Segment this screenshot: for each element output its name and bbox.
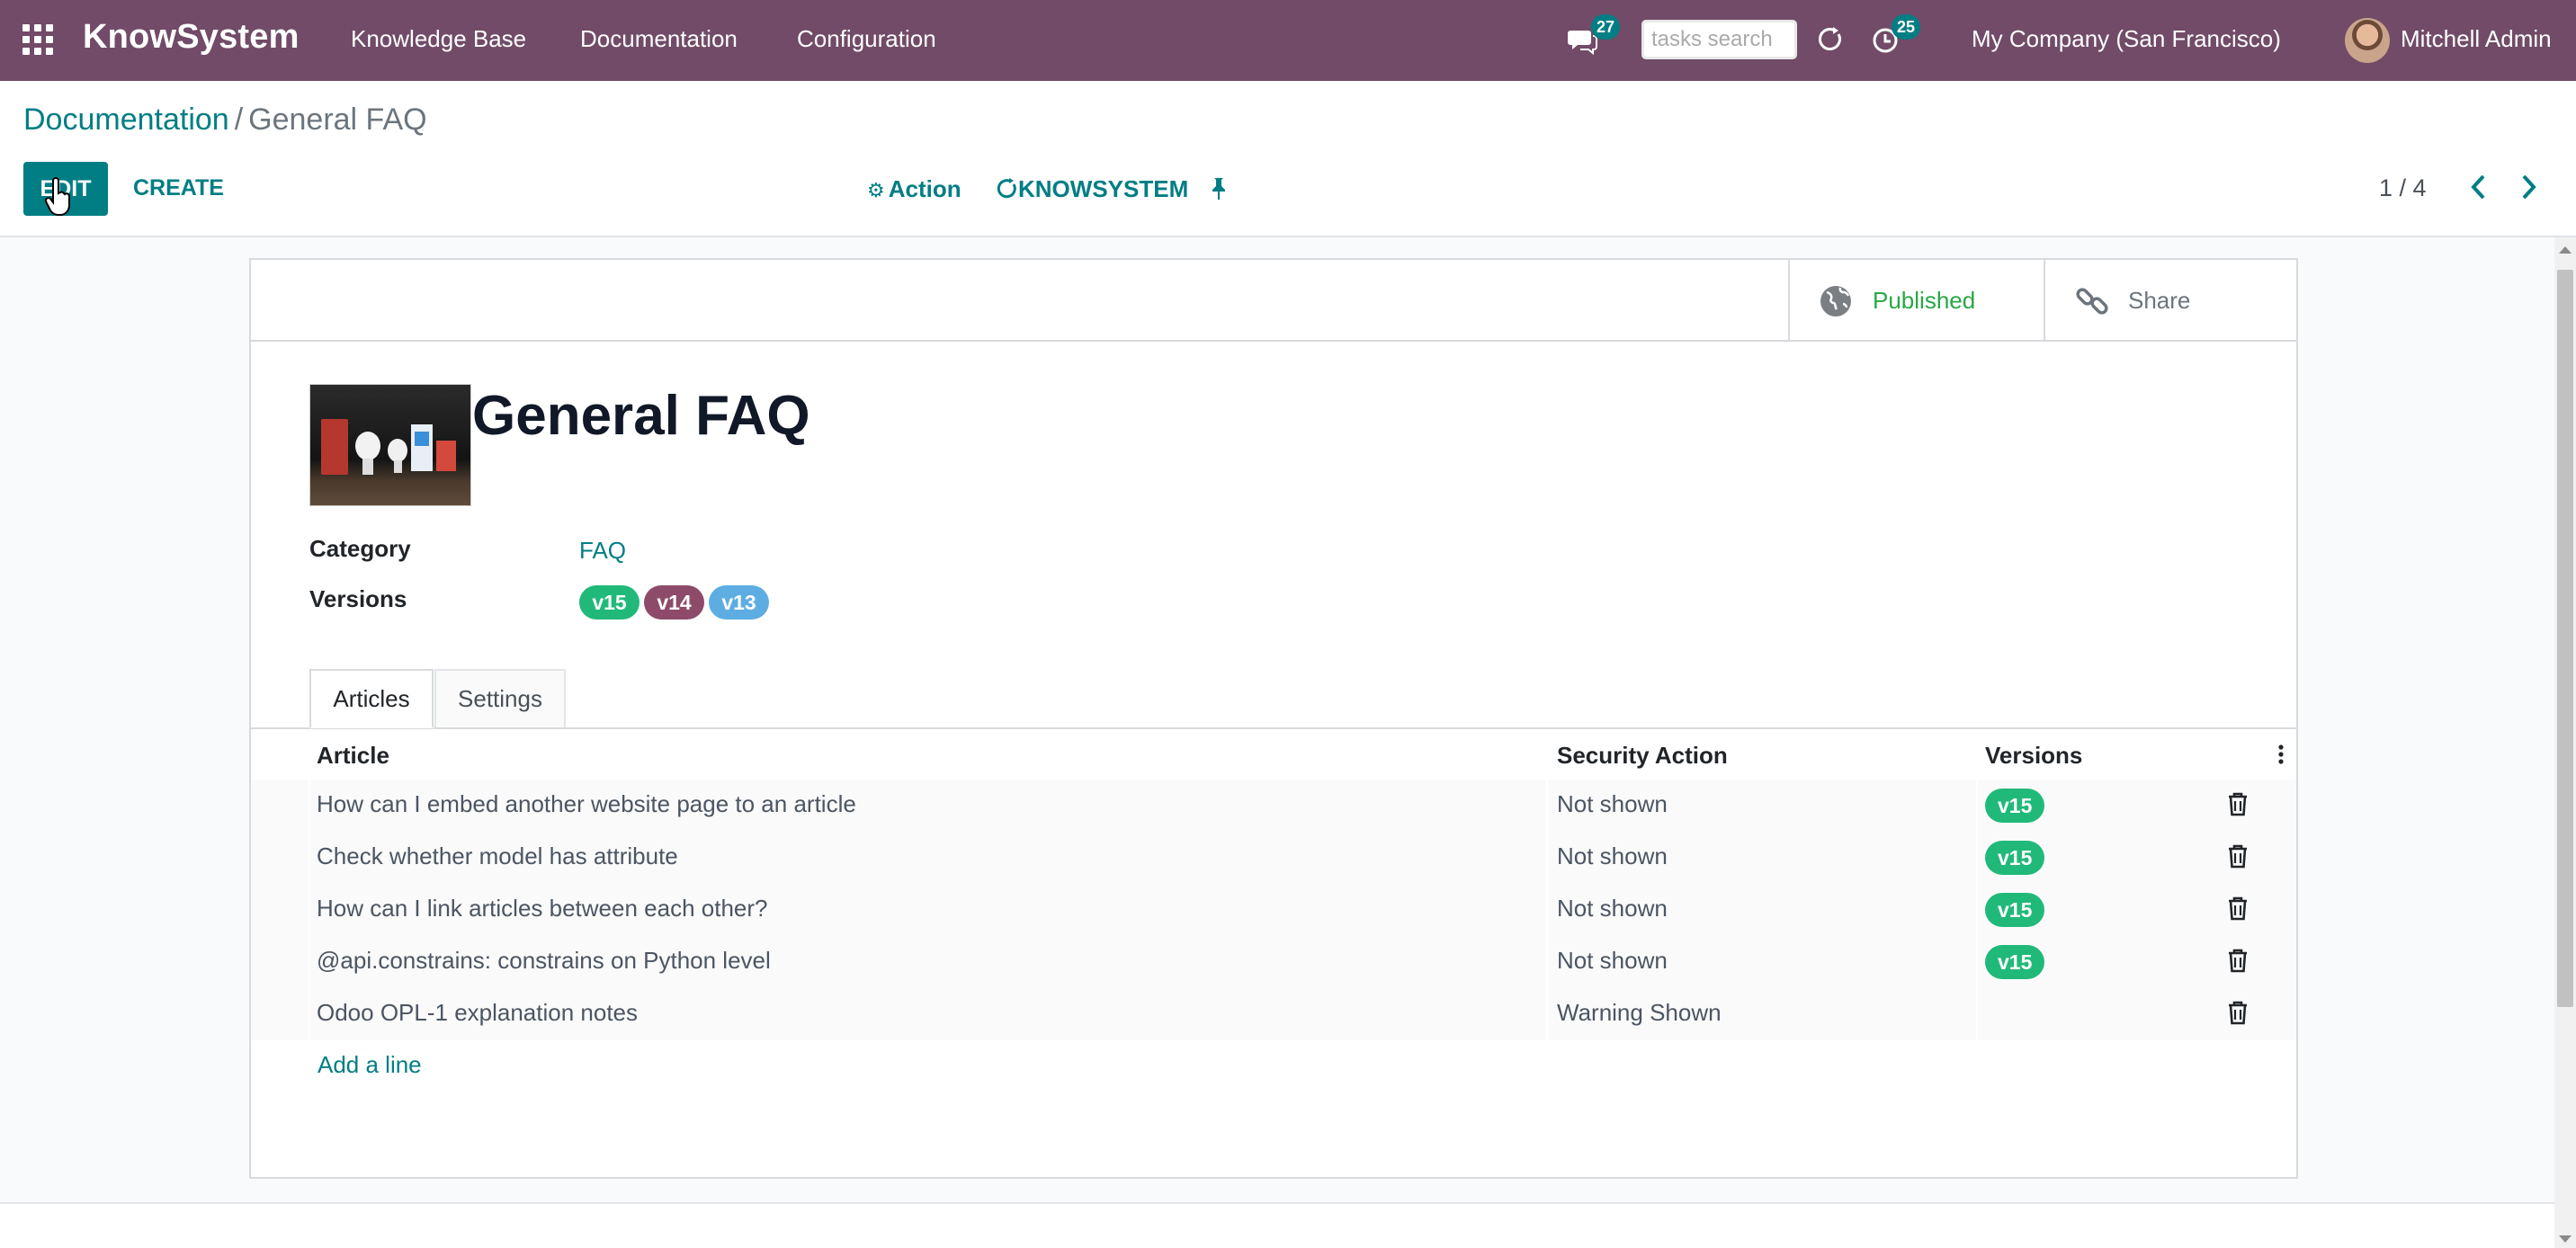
article-name[interactable]: Check whether model has attribute (317, 842, 678, 870)
security-action[interactable]: Not shown (1557, 895, 1668, 923)
table-row[interactable]: How can I embed another website page to … (251, 780, 2296, 833)
share-label: Share (2128, 287, 2191, 314)
pager-previous-icon[interactable] (2465, 171, 2492, 203)
row-version-cell: v15 (1985, 841, 2045, 875)
app-brand[interactable]: KnowSystem (83, 18, 300, 57)
article-name[interactable]: @api.constrains: constrains on Python le… (317, 947, 771, 975)
table-row[interactable]: @api.constrains: constrains on Python le… (251, 936, 2296, 990)
table-row[interactable]: Check whether model has attribute Not sh… (251, 832, 2296, 886)
published-button[interactable]: Published (1788, 260, 2045, 340)
messages-count-badge: 27 (1591, 14, 1621, 40)
add-a-line-link[interactable]: Add a line (318, 1051, 422, 1079)
delete-row-trash-icon[interactable] (2226, 1000, 2250, 1027)
pin-icon[interactable] (1208, 176, 1230, 201)
breadcrumb-separator: / (234, 103, 244, 137)
scroll-up-icon[interactable] (2559, 246, 2572, 254)
record-image[interactable] (309, 384, 471, 506)
column-versions[interactable]: Versions (1985, 742, 2082, 770)
menu-documentation[interactable]: Documentation (580, 25, 738, 53)
pager-value[interactable]: 1 / 4 (2379, 174, 2427, 202)
record-title[interactable]: General FAQ (472, 384, 810, 448)
delete-row-trash-icon[interactable] (2226, 948, 2250, 975)
row-version-tag: v15 (1985, 841, 2045, 875)
top-navbar: KnowSystem Knowledge Base Documentation … (0, 0, 2576, 81)
version-tag-v15[interactable]: v15 (579, 585, 640, 620)
action-menu[interactable]: ⚙ Action (867, 175, 962, 203)
security-action[interactable]: Not shown (1557, 842, 1668, 870)
scroll-down-icon[interactable] (2559, 1235, 2572, 1243)
activities-count-badge: 25 (1892, 14, 1921, 40)
company-switcher[interactable]: My Company (San Francisco) (1972, 25, 2281, 53)
published-label: Published (1873, 287, 1976, 314)
user-avatar[interactable] (2345, 18, 2390, 63)
row-version-tag: v15 (1985, 789, 2045, 823)
tab-articles[interactable]: Articles (309, 669, 434, 728)
row-version-cell: v15 (1985, 945, 2045, 979)
smart-button-box: Published Share (251, 260, 2296, 342)
category-label: Category (309, 535, 411, 562)
gear-icon: ⚙ (867, 179, 885, 201)
row-version-cell: v15 (1985, 893, 2045, 927)
knowsystem-label: KNOWSYSTEM (1018, 175, 1189, 202)
delete-row-trash-icon[interactable] (2226, 896, 2250, 923)
globe-icon (1819, 284, 1853, 323)
category-value[interactable]: FAQ (579, 537, 626, 565)
refresh-icon[interactable] (1815, 25, 1844, 54)
optional-columns-icon[interactable] (2277, 743, 2285, 766)
action-menu-label: Action (888, 175, 962, 202)
security-action[interactable]: Not shown (1557, 790, 1668, 818)
security-action[interactable]: Not shown (1557, 947, 1668, 975)
table-row[interactable]: Odoo OPL-1 explanation notes Warning Sho… (251, 988, 2296, 1040)
article-name[interactable]: How can I embed another website page to … (317, 790, 856, 818)
articles-table-header: Article Security Action Versions (251, 729, 2296, 781)
user-menu[interactable]: Mitchell Admin (2401, 25, 2552, 53)
versions-label: Versions (309, 585, 407, 612)
knowsystem-button[interactable]: KNOWSYSTEM (995, 175, 1188, 207)
apps-grid-icon[interactable] (22, 24, 55, 57)
column-security-action[interactable]: Security Action (1557, 742, 1728, 770)
knowsystem-refresh-icon (995, 177, 1018, 207)
article-name[interactable]: Odoo OPL-1 explanation notes (317, 999, 638, 1027)
row-version-cell: v15 (1985, 789, 2045, 823)
menu-configuration[interactable]: Configuration (797, 25, 936, 53)
menu-knowledge-base[interactable]: Knowledge Base (351, 25, 526, 53)
table-row[interactable]: How can I link articles between each oth… (251, 884, 2296, 938)
row-version-tag: v15 (1985, 893, 2045, 927)
article-name[interactable]: How can I link articles between each oth… (317, 895, 768, 923)
security-action[interactable]: Warning Shown (1557, 999, 1722, 1027)
tab-settings[interactable]: Settings (434, 669, 566, 728)
link-icon (2074, 283, 2110, 324)
share-button[interactable]: Share (2044, 260, 2298, 340)
create-button[interactable]: CREATE (133, 175, 224, 201)
delete-row-trash-icon[interactable] (2226, 843, 2250, 870)
breadcrumb-current: General FAQ (248, 103, 427, 137)
version-tag-v14[interactable]: v14 (644, 585, 704, 620)
hand-cursor-icon (44, 177, 75, 217)
column-article[interactable]: Article (317, 742, 389, 770)
row-version-tag: v15 (1985, 945, 2045, 979)
breadcrumb: Documentation / General FAQ (23, 103, 427, 138)
breadcrumb-documentation[interactable]: Documentation (23, 103, 229, 137)
tasks-search-input[interactable] (1641, 20, 1797, 59)
version-tag-v13[interactable]: v13 (709, 585, 769, 620)
pager-next-icon[interactable] (2515, 171, 2542, 203)
delete-row-trash-icon[interactable] (2226, 791, 2250, 818)
form-sheet: Published Share General FAQ Category FAQ… (249, 258, 2298, 1179)
chatter-topbar (0, 1204, 2554, 1248)
scrollbar-thumb[interactable] (2557, 270, 2573, 1007)
